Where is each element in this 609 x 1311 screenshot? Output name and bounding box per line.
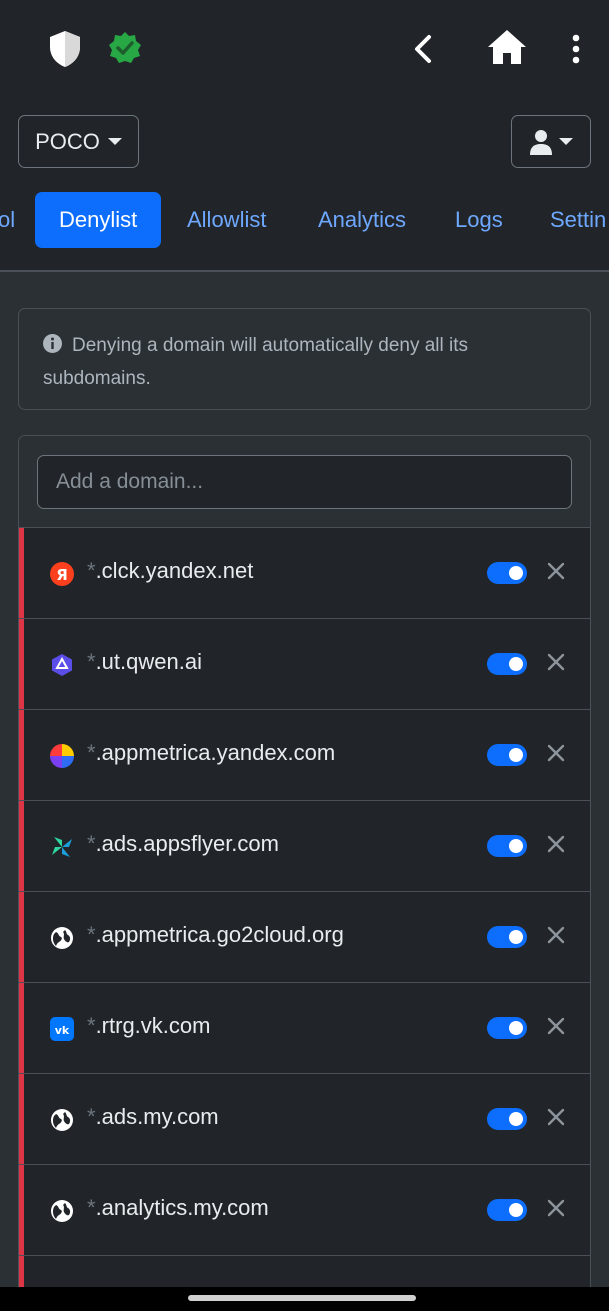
domain-label: *.ut.qwen.ai xyxy=(87,649,202,674)
close-icon[interactable] xyxy=(543,1195,569,1221)
deny-indicator xyxy=(19,983,24,1073)
list-item: Я *.clck.yandex.net xyxy=(19,528,590,619)
device-selector-button[interactable]: POCO xyxy=(18,115,139,168)
close-icon[interactable] xyxy=(543,922,569,948)
shield-icon[interactable] xyxy=(48,30,82,68)
tab-bar: ol Denylist Allowlist Analytics Logs Set… xyxy=(0,190,609,250)
deny-indicator xyxy=(19,892,24,982)
enable-toggle[interactable] xyxy=(487,562,527,584)
back-icon[interactable] xyxy=(410,34,436,64)
domain-label: *.rtrg.vk.com xyxy=(87,1013,211,1038)
tab-allowlist[interactable]: Allowlist xyxy=(187,192,266,248)
alert-text: Denying a domain will automatically deny… xyxy=(43,335,469,389)
deny-indicator xyxy=(19,528,24,618)
enable-toggle[interactable] xyxy=(487,744,527,766)
list-item: *.ads.appsflyer.com xyxy=(19,801,590,892)
tab-control[interactable]: ol xyxy=(0,192,15,248)
tab-settings[interactable]: Settin xyxy=(550,192,606,248)
domain-label: *.appmetrica.go2cloud.org xyxy=(87,922,344,947)
appsflyer-icon xyxy=(52,837,72,857)
list-item: *.ut.qwen.ai xyxy=(19,619,590,710)
tab-analytics[interactable]: Analytics xyxy=(318,192,406,248)
info-alert: Denying a domain will automatically deny… xyxy=(18,308,591,410)
user-icon xyxy=(530,129,552,155)
domain-label: *.appmetrica.yandex.com xyxy=(87,740,336,765)
caret-down-icon xyxy=(107,138,122,145)
close-icon[interactable] xyxy=(543,558,569,584)
top-bar xyxy=(0,0,609,100)
qwen-icon xyxy=(52,654,72,676)
more-vertical-icon[interactable] xyxy=(566,33,586,65)
close-icon[interactable] xyxy=(543,649,569,675)
deny-indicator xyxy=(19,801,24,891)
globe-icon xyxy=(51,927,73,949)
close-icon[interactable] xyxy=(543,740,569,766)
close-icon[interactable] xyxy=(543,1013,569,1039)
deny-indicator xyxy=(19,710,24,800)
globe-icon xyxy=(51,1200,73,1222)
svg-text:vk: vk xyxy=(55,1024,70,1037)
card-header xyxy=(19,436,590,528)
enable-toggle[interactable] xyxy=(487,1017,527,1039)
list-item: *.analytics.my.com xyxy=(19,1165,590,1256)
user-menu-button[interactable] xyxy=(511,115,591,168)
enable-toggle[interactable] xyxy=(487,653,527,675)
enable-toggle[interactable] xyxy=(487,926,527,948)
globe-icon xyxy=(51,1109,73,1131)
tab-logs[interactable]: Logs xyxy=(455,192,503,248)
home-icon[interactable] xyxy=(486,28,528,66)
domain-label: *.ads.appsflyer.com xyxy=(87,831,279,856)
close-icon[interactable] xyxy=(543,1104,569,1130)
yandex-icon: Я xyxy=(50,562,74,586)
denylist-rows: Я *.clck.yandex.net *.ut.qwen.ai *.appme… xyxy=(19,528,590,1304)
enable-toggle[interactable] xyxy=(487,1108,527,1130)
add-domain-input[interactable] xyxy=(37,455,572,509)
close-icon[interactable] xyxy=(543,831,569,857)
deny-indicator xyxy=(19,1074,24,1164)
appmetrica-icon xyxy=(50,744,74,768)
list-item: *.appmetrica.yandex.com xyxy=(19,710,590,801)
domain-label: *.clck.yandex.net xyxy=(87,558,254,583)
device-selector-label: POCO xyxy=(35,128,100,154)
enable-toggle[interactable] xyxy=(487,1199,527,1221)
enable-toggle[interactable] xyxy=(487,835,527,857)
deny-indicator xyxy=(19,1165,24,1255)
deny-indicator xyxy=(19,619,24,709)
denylist-card: Я *.clck.yandex.net *.ut.qwen.ai xyxy=(18,435,591,1305)
domain-label: *.ads.my.com xyxy=(87,1104,219,1129)
svg-text:Я: Я xyxy=(56,566,68,584)
caret-down-icon xyxy=(559,138,573,145)
info-icon xyxy=(43,334,62,353)
list-item: vk *.rtrg.vk.com xyxy=(19,983,590,1074)
list-item: *.appmetrica.go2cloud.org xyxy=(19,892,590,983)
system-navigation-bar xyxy=(0,1287,609,1311)
verified-badge-icon xyxy=(109,32,141,63)
home-gesture-handle[interactable] xyxy=(188,1295,416,1301)
list-item: *.ads.my.com xyxy=(19,1074,590,1165)
tab-denylist[interactable]: Denylist xyxy=(35,192,162,248)
vk-icon: vk xyxy=(50,1017,74,1041)
domain-label: *.analytics.my.com xyxy=(87,1195,269,1220)
